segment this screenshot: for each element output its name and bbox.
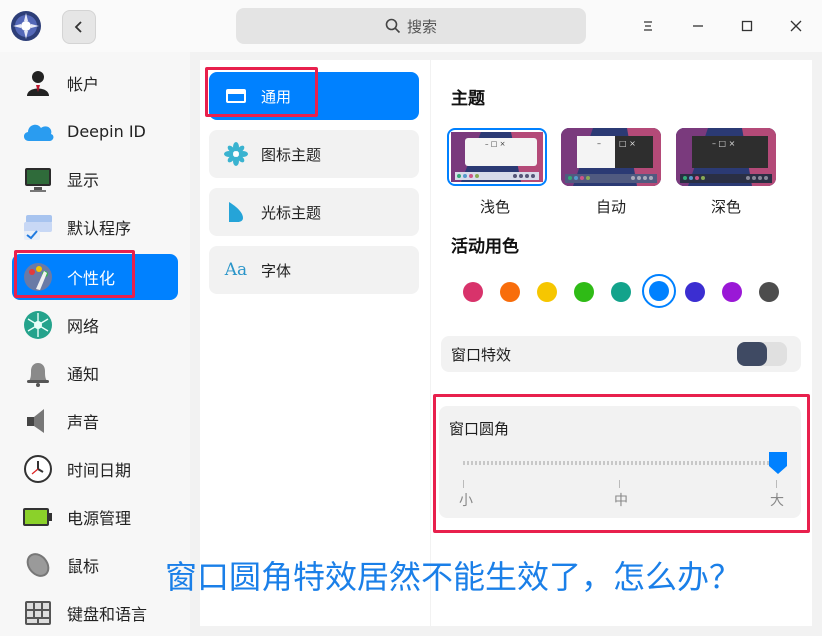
sidebar-item-sound[interactable]: 声音	[12, 398, 178, 444]
submenu-item-font[interactable]: Aa 字体	[209, 246, 419, 294]
theme-title: 主题	[451, 89, 485, 109]
speaker-icon	[20, 403, 56, 439]
minimize-button[interactable]	[684, 12, 712, 40]
sidebar-item-label: 通知	[67, 365, 100, 384]
menu-button[interactable]	[634, 12, 662, 40]
sidebar-item-label: 电源管理	[67, 509, 132, 528]
submenu-item-cursor-theme[interactable]: 光标主题	[209, 188, 419, 236]
accent-color-magenta[interactable]	[463, 282, 483, 302]
sidebar-item-label: 显示	[67, 171, 100, 190]
sidebar-item-network[interactable]: 网络	[12, 302, 178, 348]
sidebar-item-power[interactable]: 电源管理	[12, 494, 178, 540]
sidebar-item-account[interactable]: 帐户	[12, 60, 178, 106]
search-icon	[385, 18, 401, 34]
submenu-item-label: 图标主题	[261, 145, 322, 164]
sidebar-item-label: Deepin ID	[67, 121, 146, 141]
accent-color-gray[interactable]	[759, 282, 779, 302]
chevron-left-icon	[74, 21, 82, 33]
minimize-icon	[693, 25, 703, 27]
network-icon	[20, 307, 56, 343]
sidebar-item-label: 时间日期	[67, 461, 132, 480]
flower-icon	[223, 141, 249, 167]
content-panel: 主题 – □ × – □ × – □ × 浅色 自动 深色 活动用色 窗口特效 …	[431, 60, 812, 626]
accent-color-blue	[649, 281, 669, 301]
sidebar-item-label: 鼠标	[67, 557, 100, 576]
maximize-icon	[741, 20, 753, 32]
sidebar-item-notification[interactable]: 通知	[12, 350, 178, 396]
font-icon: Aa	[224, 260, 248, 280]
cloud-icon	[20, 113, 56, 149]
default-apps-icon	[20, 209, 56, 245]
titlebar: 搜索	[0, 0, 822, 52]
caption-text: 窗口圆角特效居然不能生效了，怎么办？	[165, 558, 742, 596]
menu-icon	[644, 21, 652, 31]
window-effect-row: 窗口特效	[441, 336, 801, 372]
sidebar-item-datetime[interactable]: 时间日期	[12, 446, 178, 492]
toggle-knob	[737, 342, 767, 366]
submenu-item-icon-theme[interactable]: 图标主题	[209, 130, 419, 178]
highlight-box-general	[205, 67, 318, 117]
accent-color-green[interactable]	[574, 282, 594, 302]
submenu-panel: 通用 图标主题 光标主题 Aa 字体	[200, 60, 430, 626]
theme-label-auto: 自动	[595, 198, 626, 216]
cursor-icon	[223, 199, 249, 225]
search-placeholder: 搜索	[406, 17, 437, 36]
sidebar-item-label: 网络	[67, 317, 100, 336]
sidebar-item-deepin-id[interactable]: Deepin ID	[12, 108, 178, 154]
accent-color-purple[interactable]	[722, 282, 742, 302]
svg-text:–: –	[597, 139, 601, 148]
highlight-box-personalization	[14, 250, 135, 298]
sidebar-item-label: 声音	[67, 413, 100, 432]
svg-text:□ ×: □ ×	[619, 139, 636, 148]
sidebar-item-display[interactable]: 显示	[12, 156, 178, 202]
search-input[interactable]: 搜索	[236, 8, 586, 44]
keyboard-icon	[20, 595, 56, 631]
sidebar-item-keyboard[interactable]: 键盘和语言	[12, 590, 178, 636]
accent-color-blue-selected[interactable]	[642, 274, 676, 308]
sidebar-item-label: 帐户	[67, 75, 100, 94]
close-button[interactable]	[782, 12, 810, 40]
theme-card-auto[interactable]: – □ ×	[561, 128, 661, 186]
svg-text:– □ ×: – □ ×	[485, 140, 505, 148]
sidebar: 帐户 Deepin ID 显示 默认程序 个性化 网络 通知 声音 时间日期 电…	[0, 52, 190, 636]
mouse-icon	[20, 547, 56, 583]
clock-icon	[20, 451, 56, 487]
account-icon	[20, 65, 56, 101]
app-logo-icon	[10, 10, 42, 42]
submenu-item-label: 光标主题	[261, 203, 322, 222]
accent-color-teal[interactable]	[611, 282, 631, 302]
close-icon	[790, 20, 802, 32]
window-effect-label: 窗口特效	[451, 345, 512, 364]
svg-text:– □ ×: – □ ×	[712, 139, 735, 148]
accent-color-title: 活动用色	[451, 237, 519, 257]
sidebar-item-label: 默认程序	[67, 219, 132, 238]
battery-icon	[20, 499, 56, 535]
theme-card-light[interactable]: – □ ×	[447, 128, 547, 186]
theme-label-dark: 深色	[710, 198, 741, 216]
theme-label-light: 浅色	[479, 198, 510, 216]
highlight-box-corner-radius	[433, 394, 810, 533]
back-button[interactable]	[62, 10, 96, 44]
display-icon	[20, 161, 56, 197]
accent-color-orange[interactable]	[500, 282, 520, 302]
window-effect-toggle[interactable]	[737, 342, 787, 366]
submenu-item-label: 字体	[261, 261, 292, 280]
bell-icon	[20, 355, 56, 391]
maximize-button[interactable]	[733, 12, 761, 40]
theme-card-dark[interactable]: – □ ×	[676, 128, 776, 186]
sidebar-item-mouse[interactable]: 鼠标	[12, 542, 178, 588]
accent-color-indigo[interactable]	[685, 282, 705, 302]
sidebar-item-label: 键盘和语言	[67, 605, 148, 624]
accent-color-yellow[interactable]	[537, 282, 557, 302]
sidebar-item-default-apps[interactable]: 默认程序	[12, 204, 178, 250]
